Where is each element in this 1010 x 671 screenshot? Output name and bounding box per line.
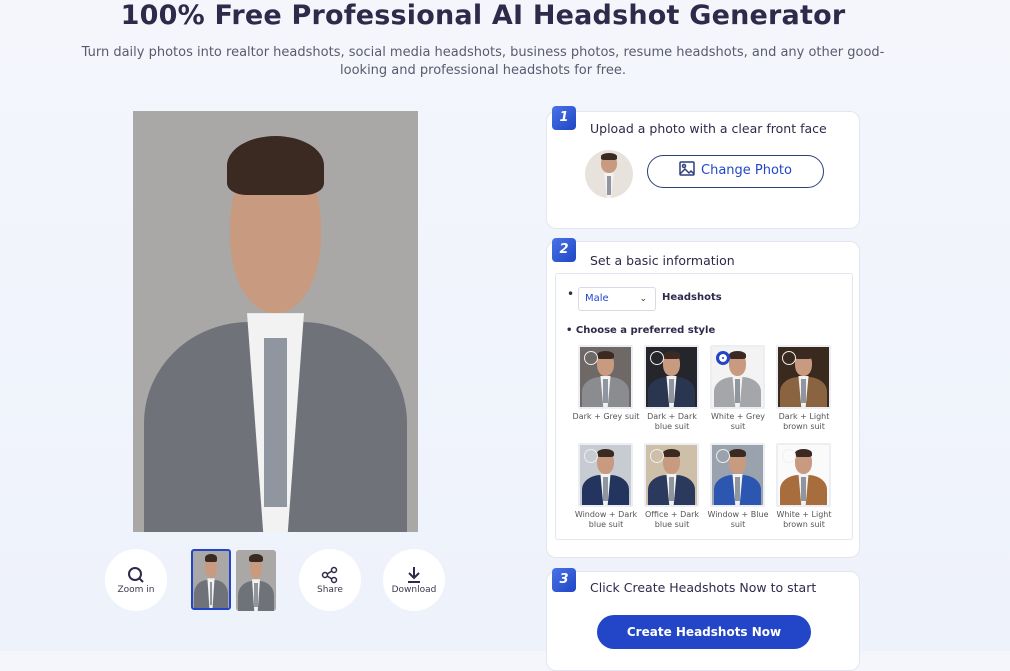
style-preview-image [578, 443, 633, 507]
style-label: Office + Dark blue suit [644, 510, 700, 529]
image-icon [679, 161, 695, 176]
result-thumbnail[interactable] [191, 549, 231, 610]
page-title: 100% Free Professional AI Headshot Gener… [120, 0, 846, 31]
style-radio[interactable] [716, 449, 730, 463]
headshots-label: Headshots [662, 292, 722, 303]
download-label: Download [391, 585, 437, 595]
style-panel: • Male ⌄ Headshots • Choose a preferred s… [555, 273, 853, 540]
style-label: Dark + Dark blue suit [647, 412, 697, 431]
share-button[interactable]: Share [299, 549, 361, 611]
style-preview-image [710, 345, 765, 409]
step-3-title: Click Create Headshots Now to start [590, 580, 817, 595]
style-option[interactable]: Office + Dark blue suit [644, 443, 700, 530]
style-option[interactable]: White + Grey suit [710, 345, 766, 432]
style-radio[interactable] [716, 351, 730, 365]
style-preview-image [710, 443, 765, 507]
gender-value: Male [585, 293, 609, 304]
style-radio[interactable] [650, 351, 664, 365]
style-preview-image [776, 345, 831, 409]
change-photo-button[interactable]: Change Photo [647, 155, 824, 188]
download-icon [408, 567, 420, 583]
step-2-title: Set a basic information [590, 253, 735, 268]
step-2-card: Set a basic information • Male ⌄ Headshot… [546, 241, 860, 558]
style-radio[interactable] [650, 449, 664, 463]
style-preview-image [578, 345, 633, 409]
zoom-in-button[interactable]: Zoom in [105, 549, 167, 611]
create-headshots-button[interactable]: Create Headshots Now [597, 615, 811, 649]
style-label: White + Grey suit [710, 412, 766, 431]
uploaded-photo-avatar [585, 150, 633, 198]
style-option[interactable]: Dark + Dark blue suit [644, 345, 700, 432]
step-2-badge: 2 [552, 238, 576, 262]
style-label: Dark + Grey suit [572, 412, 640, 421]
headshot-preview [133, 111, 418, 532]
style-preview-image [644, 443, 699, 507]
step-3-badge: 3 [552, 568, 576, 592]
style-option[interactable]: Dark + Grey suit [573, 345, 639, 422]
result-thumbnail[interactable] [236, 550, 276, 611]
style-label: Window + Blue suit [707, 510, 769, 529]
share-label: Share [317, 585, 343, 595]
change-photo-label: Change Photo [701, 163, 792, 178]
step-3-card: Click Create Headshots Now to start Crea… [546, 571, 860, 671]
gender-select[interactable]: Male ⌄ [578, 287, 656, 311]
style-radio[interactable] [782, 351, 796, 365]
style-option[interactable]: Dark + Light brown suit [776, 345, 832, 432]
style-label: White + Light brown suit [776, 510, 832, 529]
magnifier-icon [128, 567, 144, 583]
style-heading: • Choose a preferred style [566, 325, 716, 336]
style-preview-image [644, 345, 699, 409]
page-subtitle: Turn daily photos into realtor headshots… [81, 45, 885, 78]
share-icon [321, 566, 338, 584]
step-1-title: Upload a photo with a clear front face [590, 121, 827, 136]
style-option[interactable]: Window + Dark blue suit [575, 443, 637, 530]
step-1-card: Upload a photo with a clear front face C… [546, 111, 860, 229]
style-radio[interactable] [584, 351, 598, 365]
style-label: Dark + Light brown suit [778, 412, 830, 431]
style-label: Window + Dark blue suit [574, 510, 638, 529]
style-heading-text: Choose a preferred style [575, 325, 716, 336]
style-option[interactable]: Window + Blue suit [707, 443, 769, 530]
download-button[interactable]: Download [383, 549, 445, 611]
style-preview-image [776, 443, 831, 507]
step-1-badge: 1 [552, 106, 576, 130]
style-radio[interactable] [782, 449, 796, 463]
style-radio[interactable] [584, 449, 598, 463]
zoom-in-label: Zoom in [117, 585, 155, 595]
style-option[interactable]: White + Light brown suit [776, 443, 832, 530]
chevron-down-icon: ⌄ [639, 294, 647, 304]
